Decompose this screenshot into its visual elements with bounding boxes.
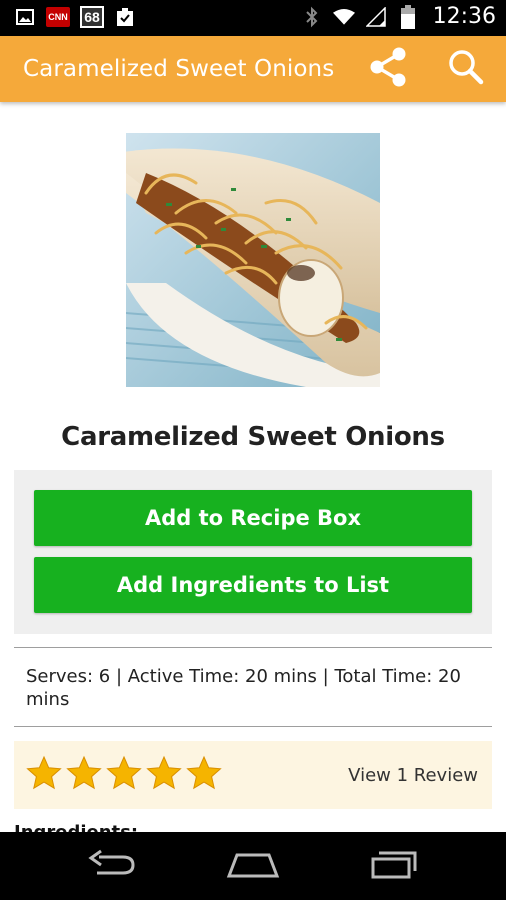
star-rating (26, 755, 222, 793)
star-icon (106, 755, 142, 793)
search-button[interactable] (442, 46, 490, 92)
recent-apps-icon (369, 849, 419, 884)
clipboard-check-icon (114, 6, 136, 28)
status-bar: CNN 68 12:36 (0, 0, 506, 36)
action-panel: Add to Recipe Box Add Ingredients to Lis… (14, 470, 492, 634)
rating-panel: View 1 Review (14, 741, 492, 809)
gallery-icon (14, 6, 36, 28)
back-icon (87, 849, 137, 884)
divider (14, 647, 492, 648)
badge-notification-icon: 68 (80, 6, 104, 28)
star-icon (26, 755, 62, 793)
wifi-icon (332, 6, 355, 28)
recent-apps-button[interactable] (364, 846, 424, 886)
signal-icon (365, 6, 387, 28)
add-to-recipe-box-button[interactable]: Add to Recipe Box (34, 490, 472, 546)
home-button[interactable] (223, 846, 283, 886)
app-bar-title: Caramelized Sweet Onions (23, 56, 335, 82)
star-icon (146, 755, 182, 793)
star-icon (186, 755, 222, 793)
back-button[interactable] (82, 846, 142, 886)
recipe-info: Serves: 6 | Active Time: 20 mins | Total… (26, 666, 461, 710)
recipe-title: Caramelized Sweet Onions (61, 422, 445, 452)
app-bar: Caramelized Sweet Onions (0, 36, 506, 102)
share-icon (366, 45, 410, 94)
battery-icon (397, 4, 419, 29)
star-icon (66, 755, 102, 793)
search-icon (447, 48, 485, 91)
view-reviews-link[interactable]: View 1 Review (348, 765, 478, 786)
home-icon (225, 849, 281, 884)
divider (14, 726, 492, 727)
add-ingredients-to-list-button[interactable]: Add Ingredients to List (34, 557, 472, 613)
navigation-bar (0, 832, 506, 900)
status-time: 12:36 (432, 4, 496, 29)
share-button[interactable] (364, 46, 412, 92)
recipe-image (126, 133, 380, 387)
bluetooth-icon (301, 6, 323, 28)
cnn-notification-icon: CNN (46, 7, 70, 27)
